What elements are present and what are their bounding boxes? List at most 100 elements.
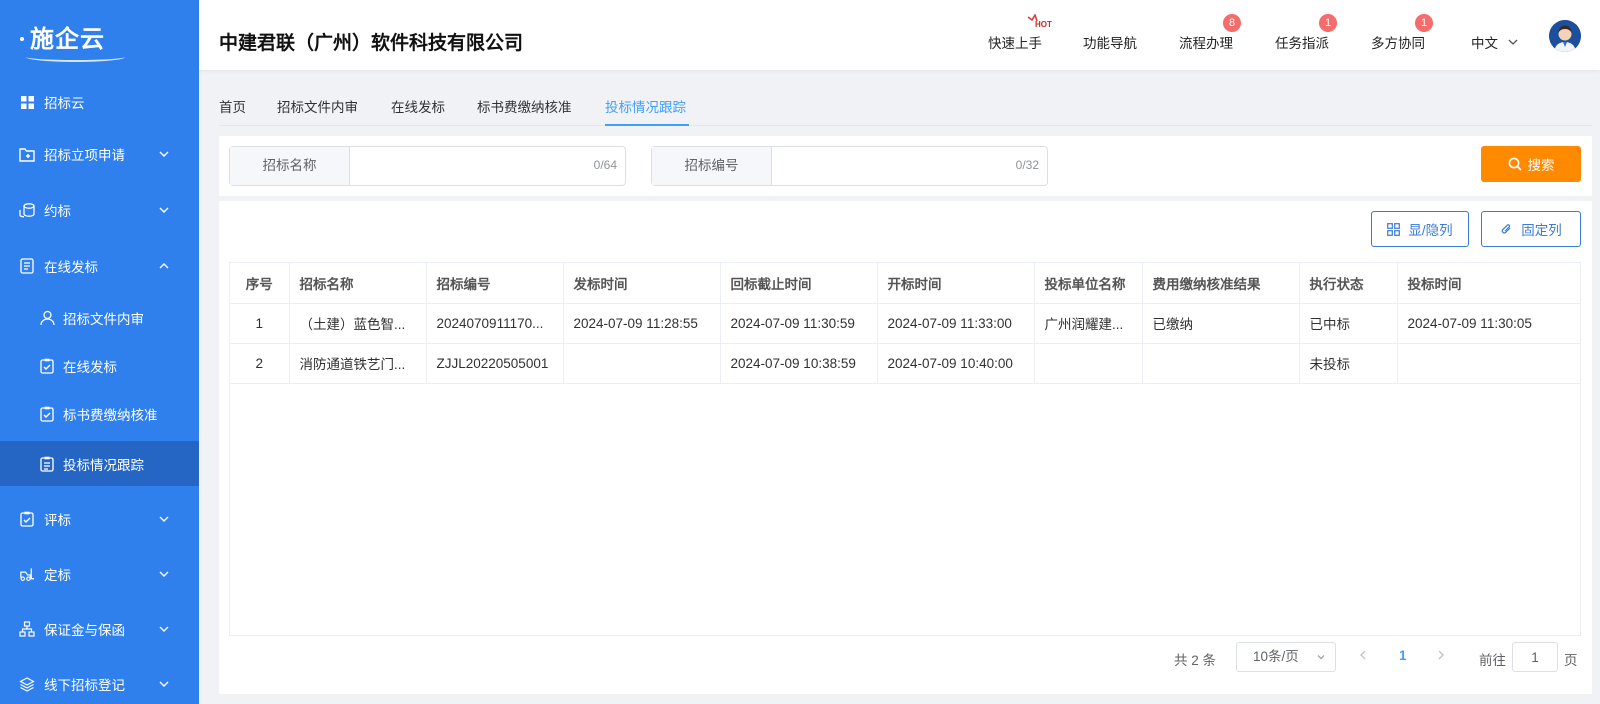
chevron-down-icon — [1317, 655, 1325, 660]
bid-name-field: 招标名称 0/64 — [229, 146, 626, 186]
sidebar-item-label: 评标 — [44, 513, 71, 528]
tab-bar: 首页 招标文件内审 在线发标 标书费缴纳核准 投标情况跟踪 — [219, 92, 1592, 126]
sidebar-item-project-application[interactable]: 招标立项申请 — [0, 134, 199, 174]
page-size-select[interactable]: 10条/页 — [1236, 642, 1336, 672]
paperclip-icon — [1500, 222, 1513, 236]
search-button[interactable]: 搜索 — [1481, 146, 1581, 182]
table-cell — [1034, 343, 1143, 384]
column-header: 投标单位名称 — [1034, 263, 1143, 304]
chevron-down-icon — [159, 207, 169, 213]
chevron-down-icon — [159, 626, 169, 632]
sidebar-subitem-doc-review[interactable]: 招标文件内审 — [0, 298, 199, 338]
sidebar-item-online-bidding[interactable]: 在线发标 — [0, 246, 199, 286]
column-header: 投标时间 — [1397, 263, 1581, 304]
sidebar-item-evaluation[interactable]: 评标 — [0, 499, 199, 539]
chevron-down-icon — [1508, 39, 1518, 45]
nav-function-guide[interactable]: 功能导航 — [1083, 32, 1137, 52]
bid-code-input[interactable] — [772, 147, 1047, 185]
goto-label: 前往 — [1479, 653, 1506, 668]
tab-fee-approval[interactable]: 标书费缴纳核准 — [477, 96, 572, 116]
table-cell: 已中标 — [1299, 303, 1398, 344]
page-size-value: 10条/页 — [1253, 649, 1299, 664]
forklift-icon — [19, 566, 35, 582]
column-header: 执行状态 — [1299, 263, 1398, 304]
fixed-columns-button[interactable]: 固定列 — [1481, 211, 1581, 247]
bid-code-char-count: 0/32 — [1015, 158, 1039, 172]
company-name: 中建君联（广州）软件科技有限公司 — [219, 33, 524, 54]
pagination: 共 2 条 10条/页 1 前往 页 — [219, 642, 1592, 672]
nav-label: 多方协同 — [1371, 36, 1425, 51]
column-header: 招标编号 — [426, 263, 564, 304]
toggle-columns-button[interactable]: 显/隐列 — [1371, 211, 1469, 247]
sidebar-item-deposit-guarantee[interactable]: 保证金与保函 — [0, 609, 199, 649]
table-cell — [1142, 343, 1300, 384]
table-cell: 2024-07-09 11:30:59 — [720, 303, 878, 344]
table-cell: 2024-07-09 11:33:00 — [877, 303, 1035, 344]
table-cell: 已缴纳 — [1142, 303, 1300, 344]
sidebar-item-yuebiao[interactable]: 约标 — [0, 190, 199, 230]
notification-badge: 1 — [1319, 14, 1337, 32]
nav-task-assign[interactable]: 任务指派 1 — [1275, 14, 1337, 52]
bid-code-label: 招标编号 — [652, 147, 772, 185]
sidebar-item-offline-registration[interactable]: 线下招标登记 — [0, 664, 199, 704]
logo[interactable]: 施企云 — [0, 0, 199, 72]
tab-online-bidding[interactable]: 在线发标 — [391, 96, 445, 116]
user-avatar[interactable] — [1549, 20, 1581, 52]
notification-badge: 1 — [1415, 14, 1433, 32]
layers-icon — [19, 676, 35, 692]
search-icon — [1508, 157, 1522, 171]
bid-code-field: 招标编号 0/32 — [651, 146, 1048, 186]
sidebar-item-zhaobiaoyun[interactable]: 招标云 — [0, 82, 199, 122]
table-row[interactable]: 2 消防通道铁艺门... ZJJL20220505001 2024-07-09 … — [230, 343, 1581, 384]
sidebar-subitem-label: 标书费缴纳核准 — [63, 408, 158, 423]
sidebar-subitem-online-bidding[interactable]: 在线发标 — [0, 346, 199, 386]
avatar-icon — [1549, 20, 1581, 52]
table-cell: 广州润耀建... — [1034, 303, 1143, 344]
sidebar-subitem-label: 在线发标 — [63, 360, 117, 375]
column-header: 开标时间 — [877, 263, 1035, 304]
nav-process[interactable]: 流程办理 8 — [1179, 14, 1241, 52]
grid-icon — [19, 94, 35, 110]
column-header: 招标名称 — [289, 263, 427, 304]
chevron-down-icon — [159, 151, 169, 157]
sidebar-subitem-fee-approval[interactable]: 标书费缴纳核准 — [0, 394, 199, 434]
chevron-right-icon — [1438, 650, 1444, 660]
next-page-button[interactable] — [1435, 648, 1447, 665]
bid-name-label: 招标名称 — [230, 147, 350, 185]
bid-name-input[interactable] — [350, 147, 625, 185]
table-cell — [563, 343, 721, 384]
notification-badge: 8 — [1223, 14, 1241, 32]
prev-page-button[interactable] — [1357, 648, 1369, 665]
grid-outline-icon — [1387, 222, 1401, 236]
org-chart-icon — [19, 621, 35, 637]
coins-icon — [19, 202, 35, 218]
sidebar-item-label: 招标云 — [44, 96, 85, 111]
table-row[interactable]: 1 （土建）蓝色智... 2024070911170... 2024-07-09… — [230, 303, 1581, 344]
logo-text: 施企云 — [26, 19, 125, 62]
sidebar-subitem-bid-tracking[interactable]: 投标情况跟踪 — [0, 441, 199, 486]
sidebar-subitem-label: 投标情况跟踪 — [63, 457, 144, 473]
table-cell: 2024-07-09 11:30:05 — [1397, 303, 1581, 344]
clipboard-list-icon — [39, 456, 55, 472]
chevron-up-icon — [159, 263, 169, 269]
clipboard-check-icon — [39, 406, 55, 422]
tab-doc-review[interactable]: 招标文件内审 — [277, 96, 358, 116]
chevron-down-icon — [159, 681, 169, 687]
table-cell: 2 — [230, 343, 290, 384]
nav-label: 流程办理 — [1179, 36, 1233, 51]
tab-bid-tracking[interactable]: 投标情况跟踪 — [605, 96, 686, 116]
nav-quick-start[interactable]: 快速上手 HOT — [988, 14, 1052, 52]
sidebar-item-award[interactable]: 定标 — [0, 554, 199, 594]
tab-home[interactable]: 首页 — [219, 96, 246, 116]
fixed-columns-label: 固定列 — [1521, 223, 1562, 238]
nav-collaboration[interactable]: 多方协同 1 — [1371, 14, 1433, 52]
sidebar-item-label: 约标 — [44, 204, 71, 219]
bid-name-char-count: 0/64 — [593, 158, 617, 172]
active-tab-indicator — [605, 124, 689, 126]
top-header: 中建君联（广州）软件科技有限公司 快速上手 HOT 功能导航 流程办理 8 任务… — [199, 0, 1600, 70]
search-button-label: 搜索 — [1527, 158, 1555, 173]
page-number-current[interactable]: 1 — [1399, 648, 1407, 663]
table-cell: 2024-07-09 10:40:00 — [877, 343, 1035, 384]
language-selector[interactable]: 中文 — [1471, 32, 1520, 52]
goto-page-input[interactable] — [1512, 642, 1558, 672]
